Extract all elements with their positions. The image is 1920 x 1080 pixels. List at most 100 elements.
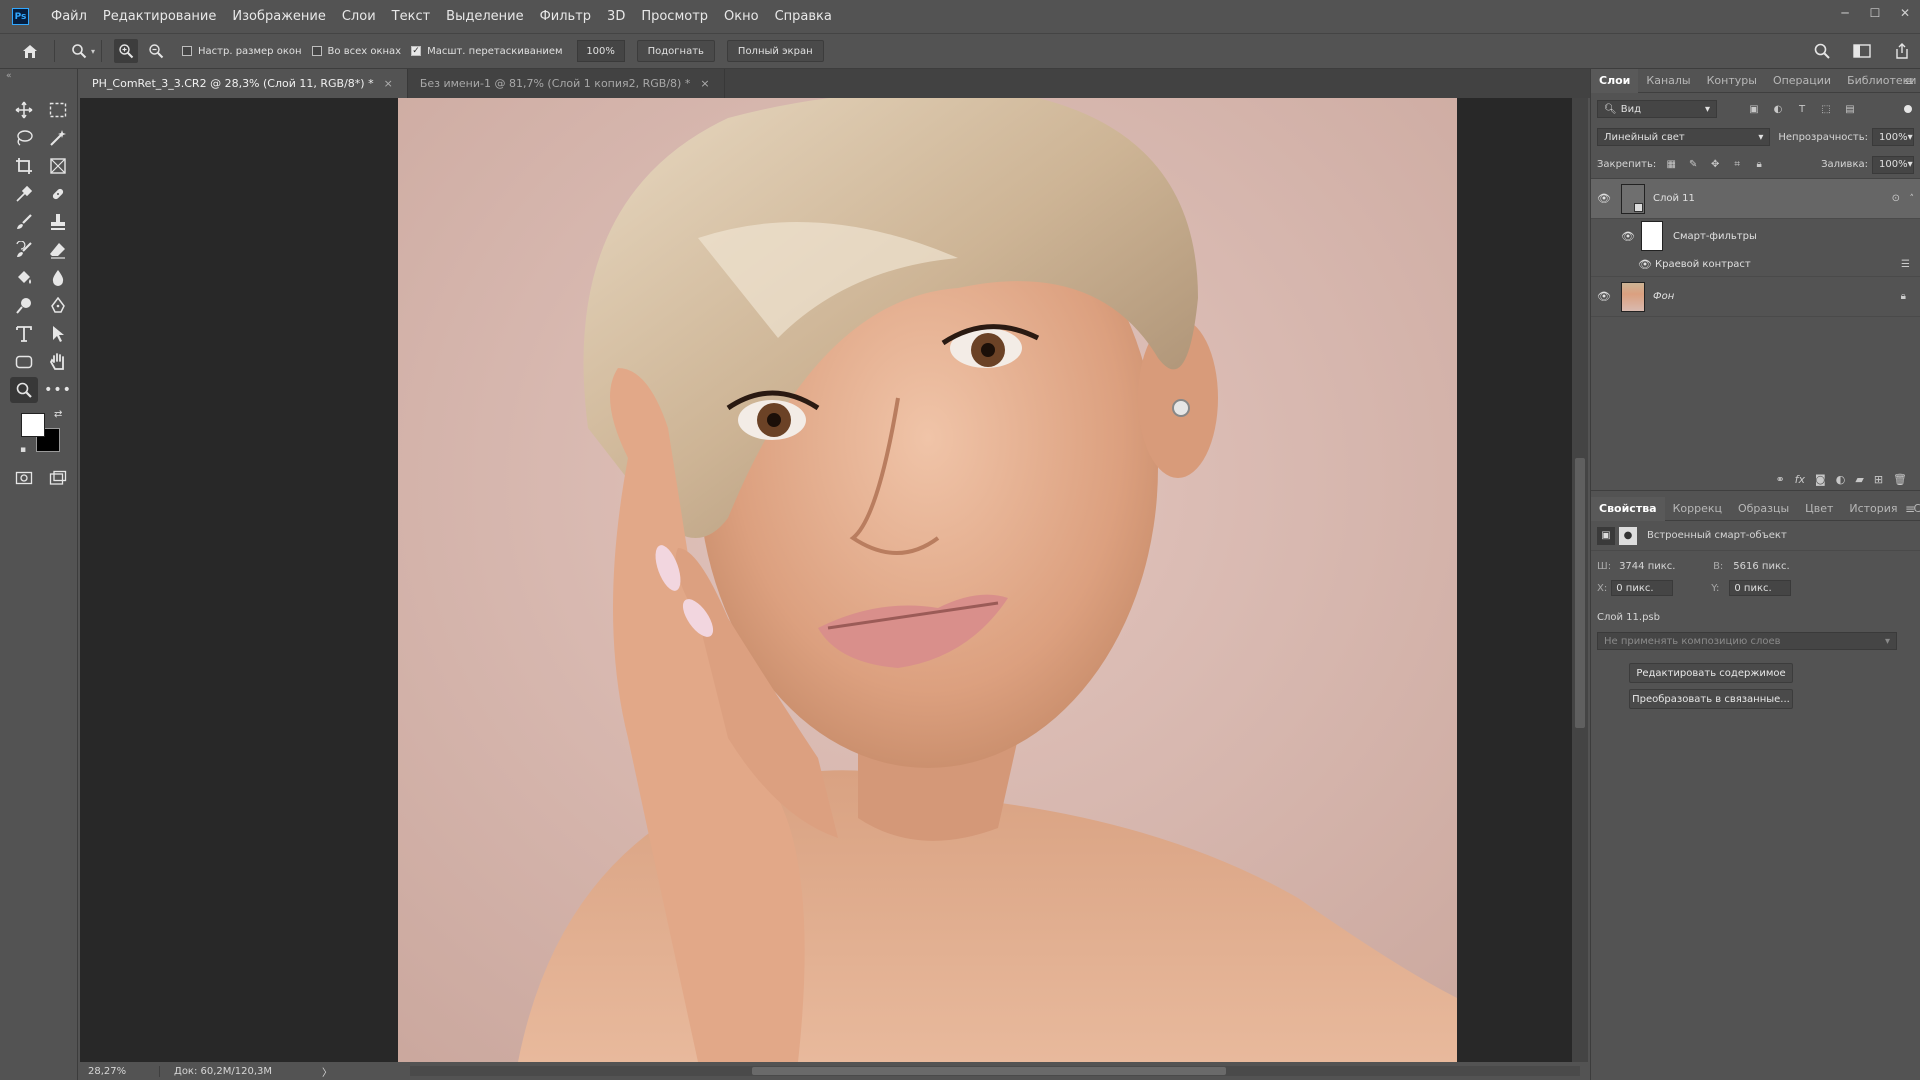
smart-filter-badge-icon[interactable]: ⊙	[1892, 193, 1900, 204]
scrollbar-thumb[interactable]	[1575, 458, 1585, 728]
layer-comp-select[interactable]: Не применять композицию слоев ▾	[1597, 632, 1897, 650]
canvas-area[interactable]	[80, 98, 1572, 1062]
path-selection-tool-icon[interactable]	[44, 321, 72, 347]
mask-properties-icon[interactable]: ●	[1619, 526, 1637, 545]
y-position-field[interactable]: 0 пикс.	[1729, 580, 1792, 596]
new-group-folder-icon[interactable]: ▰	[1855, 473, 1863, 486]
zoom-in-icon[interactable]	[114, 39, 139, 63]
tab-swatches[interactable]: Образцы	[1730, 497, 1797, 521]
link-layers-icon[interactable]: ⚭	[1775, 473, 1784, 486]
filter-options-icon[interactable]: ☰	[1901, 259, 1910, 270]
delete-layer-trash-icon[interactable]: 🗑︎	[1893, 473, 1907, 486]
lock-all-icon[interactable]: 🔒︎	[1750, 156, 1768, 174]
menu-image[interactable]: Изображение	[224, 0, 333, 33]
scrollbar-thumb[interactable]	[752, 1067, 1226, 1075]
collapse-arrow-icon[interactable]: ˄	[1910, 194, 1915, 204]
zoom-tool-preset-icon[interactable]	[67, 39, 91, 63]
vertical-scrollbar[interactable]	[1572, 98, 1588, 1062]
minimize-icon[interactable]: ─	[1830, 0, 1860, 26]
blur-tool-icon[interactable]	[44, 265, 72, 291]
menu-text[interactable]: Текст	[384, 0, 439, 33]
fullscreen-button[interactable]: Полный экран	[726, 40, 824, 62]
search-icon[interactable]	[1810, 39, 1834, 63]
smart-filter-mask-thumbnail[interactable]	[1641, 221, 1663, 251]
visibility-eye-icon[interactable]: 👁︎	[1591, 192, 1617, 205]
convert-to-linked-button[interactable]: Преобразовать в связанные...	[1629, 689, 1793, 709]
resize-windows-checkbox[interactable]: Настр. размер окон	[182, 46, 302, 57]
tab-actions[interactable]: Операции	[1765, 69, 1839, 93]
zoom-tool-icon[interactable]	[10, 377, 38, 403]
eraser-tool-icon[interactable]	[44, 237, 72, 263]
layer-row-smart-filters[interactable]: 👁︎ Смарт-фильтры	[1591, 219, 1920, 253]
maximize-icon[interactable]: ☐	[1860, 0, 1890, 26]
share-icon[interactable]	[1890, 39, 1914, 63]
close-tab-icon[interactable]: ×	[384, 77, 393, 90]
blend-mode-select[interactable]: Линейный свет ▾	[1597, 128, 1771, 146]
layer-properties-icon[interactable]: ▣	[1597, 526, 1615, 545]
menu-file[interactable]: Файл	[43, 0, 95, 33]
new-adjustment-icon[interactable]: ◐	[1836, 473, 1846, 486]
zoom-level[interactable]: 28,27%	[80, 1065, 160, 1077]
menu-edit[interactable]: Редактирование	[95, 0, 224, 33]
tab-adjustments[interactable]: Коррекц	[1665, 497, 1730, 521]
add-mask-icon[interactable]: ◙	[1815, 473, 1826, 486]
paint-bucket-tool-icon[interactable]	[10, 265, 38, 291]
workspace-icon[interactable]	[1850, 39, 1874, 63]
tab-document-1[interactable]: PH_ComRet_3_3.CR2 @ 28,3% (Слой 11, RGB/…	[80, 69, 408, 98]
filter-kind-select[interactable]: 🔍︎ Вид ▾	[1597, 100, 1717, 118]
filter-pixel-icon[interactable]: ▣	[1745, 100, 1763, 118]
zoom-percent-field[interactable]: 100%	[576, 40, 625, 62]
opacity-field[interactable]: 100% ▾	[1872, 128, 1914, 146]
layer-row-background[interactable]: 👁︎ Фон 🔒︎	[1591, 277, 1920, 317]
layer-name[interactable]: Фон	[1653, 291, 1674, 302]
more-tools-icon[interactable]: •••	[44, 377, 72, 403]
close-tab-icon[interactable]: ×	[700, 77, 709, 90]
collapse-arrows-icon[interactable]: «	[6, 71, 12, 81]
home-icon[interactable]	[18, 39, 42, 63]
tab-document-2[interactable]: Без имени-1 @ 81,7% (Слой 1 копия2, RGB/…	[408, 69, 725, 98]
layer-name[interactable]: Смарт-фильтры	[1673, 231, 1757, 242]
foreground-color-swatch[interactable]	[21, 413, 45, 437]
healing-brush-tool-icon[interactable]	[44, 181, 72, 207]
layer-style-fx-icon[interactable]: fx	[1795, 473, 1805, 486]
filter-smart-object-icon[interactable]: ▤	[1841, 100, 1859, 118]
menu-filter[interactable]: Фильтр	[532, 0, 599, 33]
chevron-down-icon[interactable]: ▾	[1908, 132, 1913, 143]
document-canvas[interactable]	[398, 98, 1457, 1062]
menu-view[interactable]: Просмотр	[633, 0, 716, 33]
x-position-field[interactable]: 0 пикс.	[1611, 580, 1674, 596]
tab-layers[interactable]: Слои	[1591, 68, 1639, 93]
status-menu-arrow[interactable]: 〉	[322, 1064, 332, 1079]
menu-window[interactable]: Окно	[716, 0, 767, 33]
clone-stamp-tool-icon[interactable]	[44, 209, 72, 235]
layer-name[interactable]: Слой 11	[1653, 193, 1695, 204]
frame-tool-icon[interactable]	[44, 153, 72, 179]
scrubby-zoom-checkbox[interactable]: ✓ Масшт. перетаскиванием	[411, 46, 563, 57]
filter-adjustment-icon[interactable]: ◐	[1769, 100, 1787, 118]
swap-colors-icon[interactable]: ⇄	[54, 409, 62, 420]
close-icon[interactable]: ✕	[1890, 0, 1920, 26]
tab-history[interactable]: История	[1841, 497, 1905, 521]
visibility-eye-icon[interactable]: 👁︎	[1635, 258, 1655, 271]
pen-tool-icon[interactable]	[44, 293, 72, 319]
lock-transparent-icon[interactable]: ▦	[1662, 156, 1680, 174]
move-tool-icon[interactable]	[10, 97, 38, 123]
brush-tool-icon[interactable]	[10, 209, 38, 235]
hand-tool-icon[interactable]	[44, 349, 72, 375]
chevron-down-icon[interactable]: ▾	[91, 47, 95, 56]
layer-row-layer11[interactable]: 👁︎ Слой 11 ⊙ ˄	[1591, 179, 1920, 219]
history-brush-tool-icon[interactable]	[10, 237, 38, 263]
rectangle-tool-icon[interactable]	[10, 349, 38, 375]
menu-3d[interactable]: 3D	[599, 0, 633, 33]
zoom-out-icon[interactable]	[144, 39, 168, 63]
visibility-eye-icon[interactable]: 👁︎	[1591, 290, 1617, 303]
panel-menu-icon[interactable]: ≡	[1905, 502, 1915, 516]
quick-mask-icon[interactable]	[10, 465, 38, 491]
edit-contents-button[interactable]: Редактировать содержимое	[1629, 663, 1793, 683]
visibility-eye-icon[interactable]: 👁︎	[1617, 230, 1639, 243]
lock-position-icon[interactable]: ✥	[1706, 156, 1724, 174]
magic-wand-tool-icon[interactable]	[44, 125, 72, 151]
filter-toggle-icon[interactable]	[1904, 105, 1912, 113]
filter-type-icon[interactable]: T	[1793, 100, 1811, 118]
tab-channels[interactable]: Каналы	[1638, 69, 1698, 93]
